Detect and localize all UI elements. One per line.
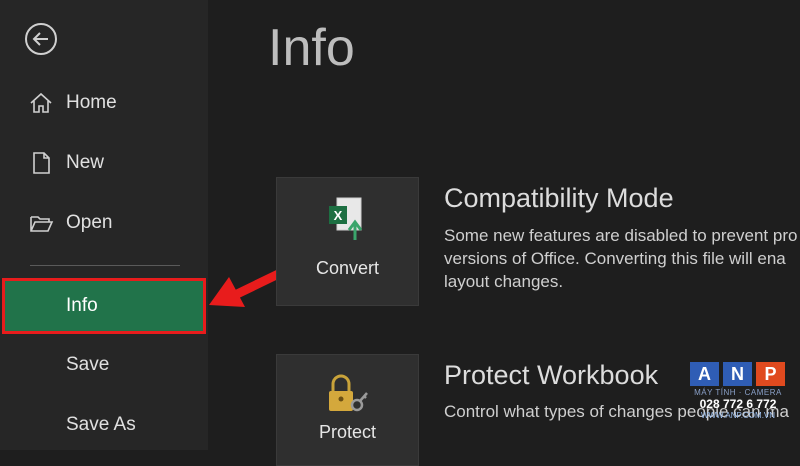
open-folder-icon [30, 216, 54, 232]
compatibility-mode-description: Some new features are disabled to preven… [444, 224, 800, 293]
back-arrow-icon[interactable] [24, 22, 58, 56]
watermark-site: WWW.ANP.COM.VN [700, 411, 776, 420]
compatibility-desc-line: layout changes. [444, 272, 564, 291]
nav-home-label: Home [66, 92, 117, 113]
page-title: Info [268, 19, 355, 77]
protect-workbook-title: Protect Workbook [444, 360, 659, 390]
anp-watermark-logo: A N P MÁY TÍNH · CAMERA 028 772 6 772 WW… [690, 362, 786, 440]
compatibility-desc-line: versions of Office. Converting this file… [444, 249, 786, 268]
nav-home[interactable]: Home [0, 83, 208, 123]
watermark-tagline: MÁY TÍNH · CAMERA [694, 388, 782, 397]
nav-save-as[interactable]: Save As [0, 405, 208, 445]
nav-open-label: Open [66, 212, 113, 233]
protect-workbook-button[interactable]: Protect [276, 354, 419, 466]
compatibility-desc-line: Some new features are disabled to preven… [444, 226, 798, 245]
nav-save-label: Save [66, 354, 110, 375]
watermark-letter: P [756, 362, 785, 386]
backstage-sidebar: Home New Open Info Save Save As [0, 0, 208, 450]
watermark-letter: N [723, 362, 752, 386]
nav-open[interactable]: Open [0, 203, 208, 243]
watermark-phone: 028 772 6 772 [699, 397, 777, 411]
convert-button[interactable]: X Convert [276, 177, 419, 306]
sidebar-divider [30, 265, 180, 266]
svg-text:X: X [334, 208, 343, 223]
lock-key-icon [329, 374, 368, 412]
nav-info[interactable]: Info [2, 278, 206, 334]
nav-new[interactable]: New [0, 143, 208, 183]
nav-new-label: New [66, 152, 105, 173]
new-document-icon [33, 152, 50, 174]
nav-save[interactable]: Save [0, 345, 208, 385]
watermark-letter: A [690, 362, 719, 386]
convert-label: Convert [315, 258, 380, 278]
excel-convert-icon: X [329, 197, 363, 240]
nav-info-label: Info [66, 295, 98, 316]
compatibility-mode-title: Compatibility Mode [444, 183, 674, 213]
home-icon [30, 92, 52, 113]
protect-label: Protect [318, 422, 377, 442]
nav-save-as-label: Save As [66, 414, 136, 435]
